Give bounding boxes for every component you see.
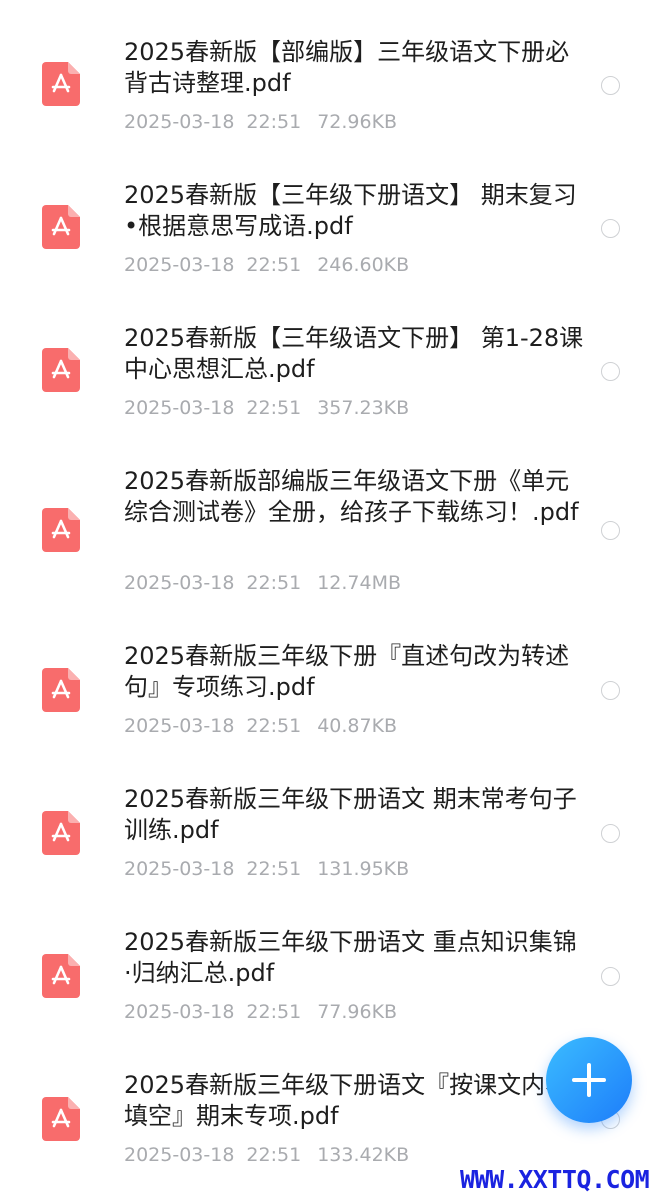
pdf-file-icon bbox=[42, 205, 80, 249]
file-size: 72.96KB bbox=[317, 111, 398, 133]
file-size: 246.60KB bbox=[317, 254, 410, 276]
file-date: 2025-03-18 bbox=[124, 858, 235, 880]
file-name: 2025春新版部编版三年级语文下册《单元综合测试卷》全册，给孩子下载练习！.pd… bbox=[124, 467, 579, 526]
file-meta: 2025-03-18 22:51 131.95KB bbox=[124, 857, 584, 881]
pdf-file-icon bbox=[42, 62, 80, 106]
file-meta: 2025-03-18 22:51 357.23KB bbox=[124, 396, 584, 420]
file-size: 40.87KB bbox=[317, 715, 398, 737]
file-size: 131.95KB bbox=[317, 858, 410, 880]
file-time: 22:51 bbox=[246, 572, 302, 594]
pdf-file-icon bbox=[42, 508, 80, 552]
file-meta: 2025-03-18 22:51 12.74MB bbox=[124, 571, 584, 595]
file-name: 2025春新版三年级下册『直述句改为转述句』专项练习.pdf bbox=[124, 642, 570, 701]
file-date: 2025-03-18 bbox=[124, 715, 235, 737]
file-name: 2025春新版三年级下册语文『按课文内容填空』期末专项.pdf bbox=[124, 1071, 570, 1130]
pdf-file-icon bbox=[42, 954, 80, 998]
file-size: 357.23KB bbox=[317, 397, 410, 419]
pdf-file-icon bbox=[42, 1097, 80, 1141]
file-date: 2025-03-18 bbox=[124, 111, 235, 133]
file-size: 77.96KB bbox=[317, 1001, 398, 1023]
file-name: 2025春新版【三年级语文下册】 第1-28课中心思想汇总.pdf bbox=[124, 324, 584, 383]
file-time: 22:51 bbox=[246, 1001, 302, 1023]
file-date: 2025-03-18 bbox=[124, 254, 235, 276]
file-size: 133.42KB bbox=[317, 1144, 410, 1166]
select-radio[interactable] bbox=[601, 681, 620, 700]
file-name: 2025春新版【三年级下册语文】 期末复习•根据意思写成语.pdf bbox=[124, 181, 577, 240]
select-radio[interactable] bbox=[601, 967, 620, 986]
file-date: 2025-03-18 bbox=[124, 397, 235, 419]
file-time: 22:51 bbox=[246, 858, 302, 880]
file-date: 2025-03-18 bbox=[124, 572, 235, 594]
file-size: 12.74MB bbox=[317, 572, 402, 594]
select-radio[interactable] bbox=[601, 76, 620, 95]
file-meta: 2025-03-18 22:51 40.87KB bbox=[124, 714, 584, 738]
plus-icon bbox=[572, 1063, 606, 1097]
pdf-file-icon bbox=[42, 668, 80, 712]
select-radio[interactable] bbox=[601, 521, 620, 540]
file-meta: 2025-03-18 22:51 246.60KB bbox=[124, 253, 584, 277]
file-time: 22:51 bbox=[246, 254, 302, 276]
select-radio[interactable] bbox=[601, 824, 620, 843]
file-meta: 2025-03-18 22:51 72.96KB bbox=[124, 110, 584, 134]
file-meta: 2025-03-18 22:51 77.96KB bbox=[124, 1000, 584, 1024]
file-time: 22:51 bbox=[246, 1144, 302, 1166]
file-date: 2025-03-18 bbox=[124, 1144, 235, 1166]
file-time: 22:51 bbox=[246, 397, 302, 419]
file-time: 22:51 bbox=[246, 715, 302, 737]
file-name: 2025春新版三年级下册语文 重点知识集锦·归纳汇总.pdf bbox=[124, 928, 577, 987]
file-date: 2025-03-18 bbox=[124, 1001, 235, 1023]
select-radio[interactable] bbox=[601, 219, 620, 238]
file-name: 2025春新版三年级下册语文 期末常考句子训练.pdf bbox=[124, 785, 577, 844]
file-time: 22:51 bbox=[246, 111, 302, 133]
pdf-file-icon bbox=[42, 811, 80, 855]
watermark-text: WWW.XXTTQ.COM bbox=[460, 1165, 650, 1194]
file-name: 2025春新版【部编版】三年级语文下册必背古诗整理.pdf bbox=[124, 38, 570, 97]
add-button[interactable] bbox=[546, 1037, 632, 1123]
pdf-file-icon bbox=[42, 348, 80, 392]
select-radio[interactable] bbox=[601, 362, 620, 381]
